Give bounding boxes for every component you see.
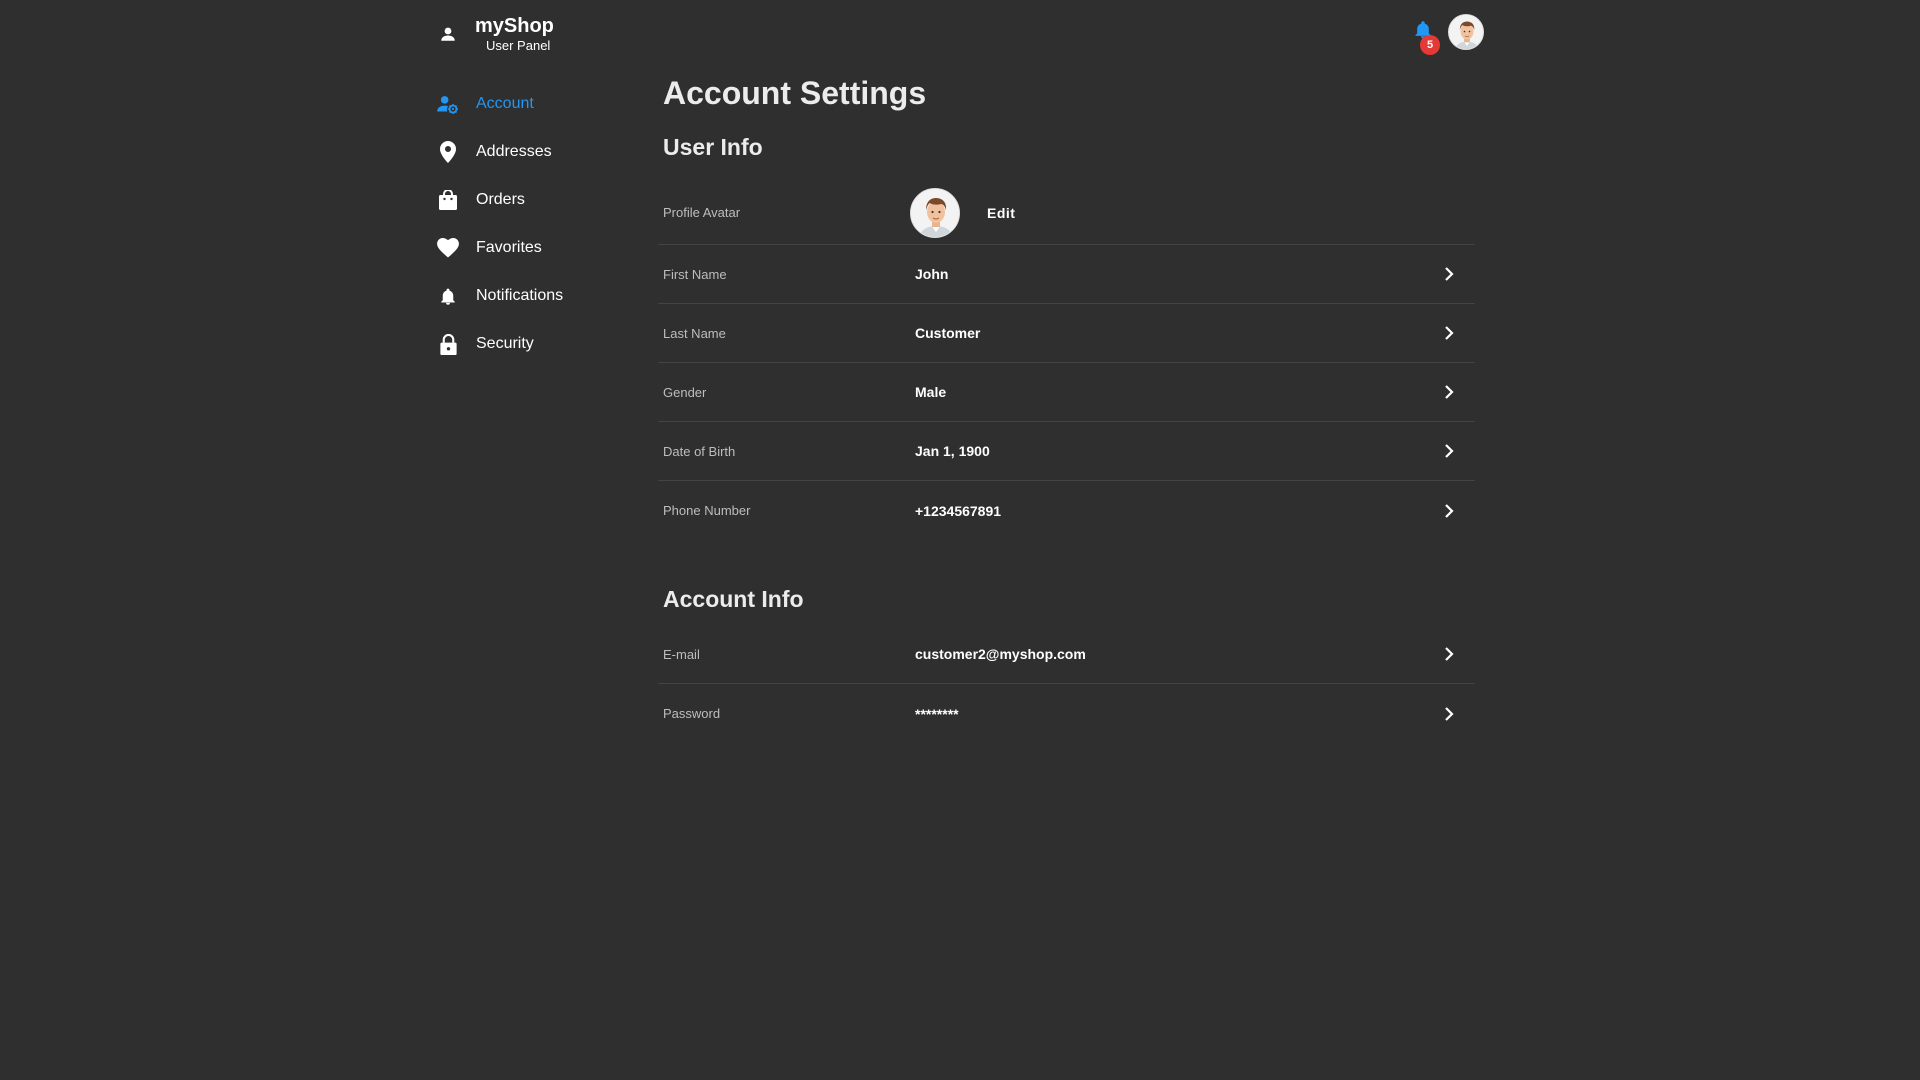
lock-icon — [437, 333, 459, 355]
first-name-row[interactable]: First Name John — [658, 245, 1475, 304]
field-label: Password — [663, 706, 721, 721]
user-avatar[interactable] — [1448, 14, 1484, 50]
sidebar-item-label: Account — [476, 95, 534, 112]
sidebar-item-orders[interactable]: Orders — [437, 176, 637, 224]
chevron-right-icon — [1434, 326, 1464, 340]
sidebar-item-label: Orders — [476, 191, 525, 208]
bell-icon — [437, 285, 459, 307]
location-pin-icon — [437, 141, 459, 163]
profile-avatar — [910, 187, 960, 238]
sidebar-item-label: Notifications — [476, 287, 564, 304]
account-info-list: E-mail customer2@myshop.com Password ***… — [658, 625, 1475, 743]
brand-title: myShop — [475, 15, 554, 37]
phone-number-row[interactable]: Phone Number +1234567891 — [658, 481, 1475, 540]
field-label: Date of Birth — [663, 443, 736, 459]
person-icon — [437, 23, 459, 45]
chevron-right-icon — [1434, 503, 1464, 518]
heart-icon — [437, 237, 459, 259]
sidebar-item-label: Addresses — [476, 143, 552, 160]
page-title: Account Settings — [663, 75, 927, 111]
date-of-birth-row[interactable]: Date of Birth Jan 1, 1900 — [658, 422, 1475, 481]
profile-avatar-row: Profile Avatar Edit — [658, 181, 1475, 245]
brand-subtitle: User Panel — [486, 38, 551, 53]
chevron-right-icon — [1434, 385, 1464, 399]
sidebar-item-account[interactable]: Account — [437, 80, 637, 128]
chevron-right-icon — [1434, 267, 1464, 281]
field-value: ******** — [915, 705, 959, 722]
chevron-right-icon — [1434, 647, 1464, 661]
field-value: Male — [915, 384, 947, 400]
chevron-right-icon — [1434, 706, 1464, 721]
field-value: Jan 1, 1900 — [915, 443, 990, 459]
sidebar-item-notifications[interactable]: Notifications — [437, 272, 637, 320]
field-label: Phone Number — [663, 503, 751, 518]
user-info-list: Profile Avatar Edit First Name John Last… — [658, 181, 1475, 540]
field-value: +1234567891 — [915, 502, 1002, 519]
field-label: Profile Avatar — [663, 205, 741, 220]
edit-avatar-button[interactable]: Edit — [987, 199, 1015, 227]
field-label: Gender — [663, 384, 707, 400]
sidebar-item-label: Security — [476, 335, 534, 352]
account-info-heading: Account Info — [663, 586, 804, 612]
sidebar-item-addresses[interactable]: Addresses — [437, 128, 637, 176]
field-value: John — [915, 266, 949, 282]
field-value: customer2@myshop.com — [915, 646, 1086, 662]
field-label: Last Name — [663, 325, 726, 341]
notifications-button[interactable]: 5 — [1406, 15, 1440, 55]
password-row[interactable]: Password ******** — [658, 684, 1475, 743]
email-row[interactable]: E-mail customer2@myshop.com — [658, 625, 1475, 684]
account-settings-icon — [437, 93, 459, 115]
sidebar: Account Addresses Orders Favorites Notif… — [437, 80, 637, 368]
shopping-bag-icon — [437, 189, 459, 211]
last-name-row[interactable]: Last Name Customer — [658, 304, 1475, 363]
main-content: Account Settings User Info Profile Avata… — [658, 70, 1475, 743]
user-info-heading: User Info — [663, 134, 763, 160]
gender-row[interactable]: Gender Male — [658, 363, 1475, 422]
brand[interactable]: myShop User Panel — [437, 14, 554, 54]
header-actions: 5 — [1406, 14, 1484, 55]
sidebar-item-label: Favorites — [476, 239, 542, 256]
field-label: First Name — [663, 266, 727, 282]
field-value: Customer — [915, 325, 981, 341]
sidebar-item-favorites[interactable]: Favorites — [437, 224, 637, 272]
notification-badge: 5 — [1420, 35, 1440, 55]
sidebar-item-security[interactable]: Security — [437, 320, 637, 368]
field-label: E-mail — [663, 646, 700, 662]
chevron-right-icon — [1434, 444, 1464, 458]
